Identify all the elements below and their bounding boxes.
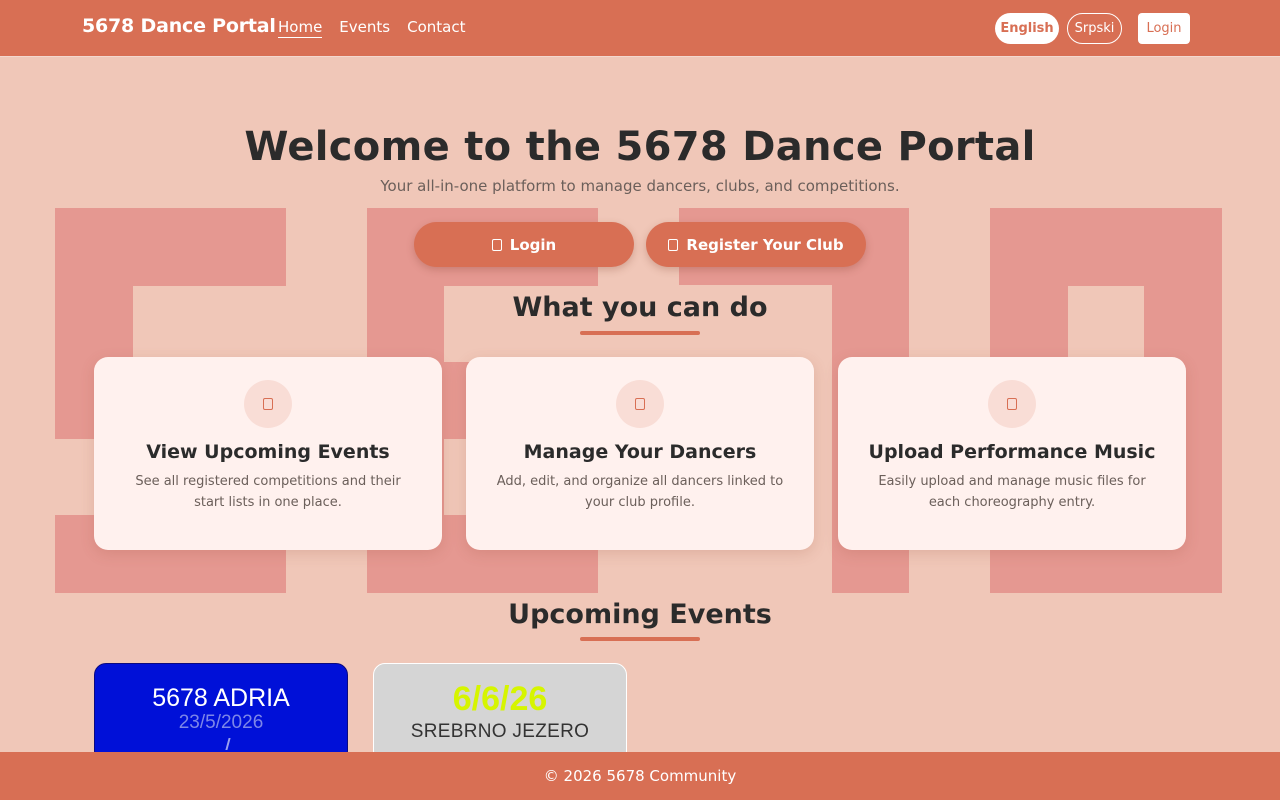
events-heading: Upcoming Events xyxy=(508,599,772,630)
event-name: 5678 ADRIA xyxy=(152,684,290,712)
register-club-button[interactable]: Register Your Club xyxy=(646,222,866,267)
music-icon xyxy=(988,380,1036,428)
login-icon xyxy=(491,238,502,251)
hero-login-label: Login xyxy=(509,235,557,254)
feature-card-title: View Upcoming Events xyxy=(146,441,390,463)
feature-card-dancers: Manage Your Dancers Add, edit, and organ… xyxy=(466,357,814,550)
event-date: 23/5/2026 xyxy=(178,712,264,733)
hero-login-button[interactable]: Login xyxy=(414,222,634,267)
feature-card-description: See all registered competitions and thei… xyxy=(135,474,401,510)
event-date: 6/6/26 xyxy=(452,680,548,718)
navbar: 5678 Dance Portal Home Events Contact En… xyxy=(0,0,1280,57)
calendar-icon xyxy=(244,380,292,428)
event-card-adria[interactable]: 5678 ADRIA 23/5/2026 xyxy=(94,663,348,763)
events-heading-underline xyxy=(580,637,700,641)
nav-link-home[interactable]: Home xyxy=(278,18,323,38)
footer: © 2026 5678 Community xyxy=(0,752,1280,800)
hero-title: Welcome to the 5678 Dance Portal xyxy=(244,124,1036,170)
nav-links: Home Events Contact xyxy=(278,18,465,38)
dancer-icon xyxy=(225,738,235,750)
nav-login-button[interactable]: Login xyxy=(1138,13,1190,44)
language-english-button[interactable]: English xyxy=(995,13,1059,44)
users-icon xyxy=(616,380,664,428)
event-name: SREBRNO JEZERO xyxy=(410,721,590,742)
brand-logo[interactable]: 5678 Dance Portal xyxy=(82,15,276,37)
event-card-srebrno-jezero[interactable]: 6/6/26 SREBRNO JEZERO xyxy=(373,663,627,763)
feature-card-title: Upload Performance Music xyxy=(868,441,1156,463)
register-icon xyxy=(668,238,679,251)
hero-subtitle: Your all-in-one platform to manage dance… xyxy=(380,177,900,195)
footer-copyright: © 2026 5678 Community xyxy=(543,767,737,785)
feature-card-title: Manage Your Dancers xyxy=(523,441,757,463)
feature-card-description: Easily upload and manage music files for… xyxy=(878,474,1146,510)
feature-card-music: Upload Performance Music Easily upload a… xyxy=(838,357,1186,550)
language-serbian-button[interactable]: Srpski xyxy=(1067,13,1122,44)
register-club-label: Register Your Club xyxy=(686,235,844,254)
features-heading-underline xyxy=(580,331,700,335)
nav-link-contact[interactable]: Contact xyxy=(407,18,465,38)
feature-card-events: View Upcoming Events See all registered … xyxy=(94,357,442,550)
nav-link-events[interactable]: Events xyxy=(339,18,390,38)
features-heading: What you can do xyxy=(512,292,768,323)
feature-card-description: Add, edit, and organize all dancers link… xyxy=(496,474,784,510)
